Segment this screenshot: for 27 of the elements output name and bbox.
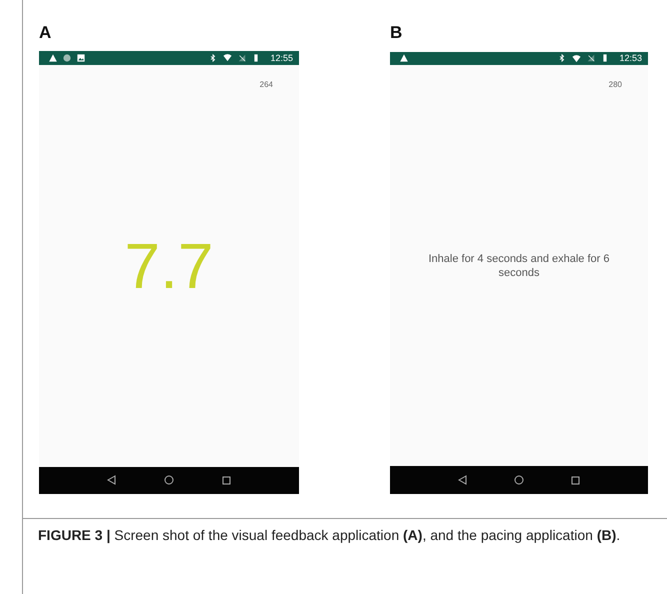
recents-icon[interactable] — [222, 476, 231, 485]
no-signal-icon — [238, 54, 246, 62]
battery-icon — [252, 54, 260, 62]
home-icon[interactable] — [164, 475, 174, 486]
wifi-icon — [223, 53, 232, 62]
bluetooth-icon — [558, 54, 566, 62]
battery-icon — [601, 54, 610, 62]
counter-text: 280 — [608, 80, 622, 90]
recents-icon[interactable] — [571, 476, 580, 485]
no-signal-icon — [587, 54, 596, 62]
panel-label: B — [390, 24, 404, 44]
image-icon — [77, 54, 85, 62]
back-icon[interactable] — [458, 475, 467, 486]
wifi-icon — [572, 54, 582, 63]
counter-text: 264 — [260, 80, 273, 89]
score-value: 7.7 — [124, 228, 214, 303]
dot-icon — [63, 54, 71, 62]
back-icon[interactable] — [107, 475, 116, 486]
panel-label: A — [39, 24, 52, 44]
instruction-text: Inhale for 4 seconds and exhale for 6 seconds — [427, 252, 610, 280]
home-icon[interactable] — [514, 475, 524, 486]
bluetooth-icon — [209, 54, 218, 62]
warning-icon — [400, 54, 408, 62]
status-time: 12:55 — [270, 52, 293, 63]
figure-caption: FIGURE 3 | Screen shot of the visual feedback application (A), and the pacing application (B). — [37, 526, 622, 545]
status-time: 12:53 — [619, 53, 642, 64]
warning-icon — [49, 54, 57, 62]
